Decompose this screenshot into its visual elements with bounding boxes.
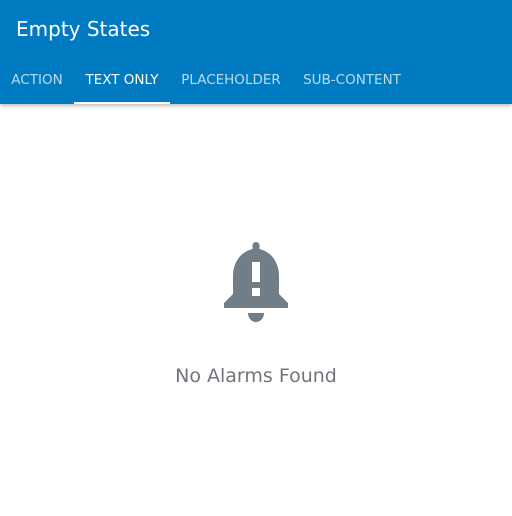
alarm-bell-icon [224, 242, 288, 322]
tab-text-only[interactable]: TEXT ONLY [74, 56, 170, 104]
tab-action[interactable]: ACTION [0, 56, 74, 104]
page-title: Empty States [16, 17, 151, 41]
empty-state-message: No Alarms Found [175, 365, 337, 387]
tab-bar: ACTION TEXT ONLY PLACEHOLDER SUB-CONTENT [0, 56, 412, 104]
tab-placeholder[interactable]: PLACEHOLDER [170, 56, 292, 104]
app-window: Empty States ACTION TEXT ONLY PLACEHOLDE… [0, 0, 512, 516]
tab-sub-content[interactable]: SUB-CONTENT [292, 56, 412, 104]
app-bar: Empty States ACTION TEXT ONLY PLACEHOLDE… [0, 0, 512, 104]
empty-state: No Alarms Found [0, 236, 512, 388]
